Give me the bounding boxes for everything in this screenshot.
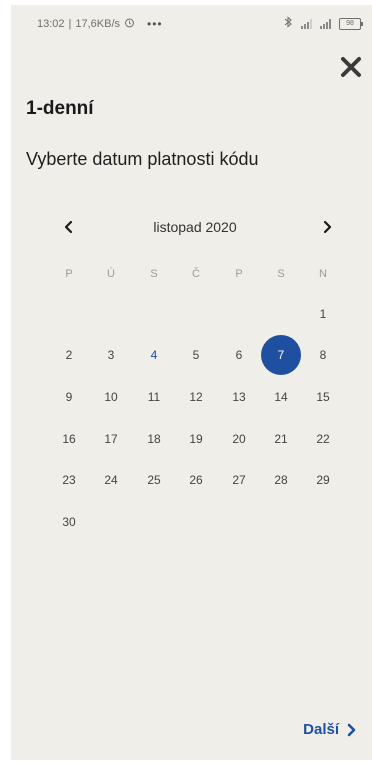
calendar-day[interactable]: 14 — [261, 382, 301, 412]
calendar-day[interactable]: 9 — [49, 382, 89, 412]
calendar-day[interactable]: 10 — [91, 382, 131, 412]
calendar-day[interactable]: 3 — [91, 340, 131, 370]
calendar-day[interactable]: 26 — [176, 465, 216, 495]
calendar-day[interactable]: 28 — [261, 465, 301, 495]
signal-icon — [301, 18, 312, 29]
calendar-day[interactable]: 15 — [303, 382, 343, 412]
weekday-label: N — [319, 268, 327, 280]
weekday-label: P — [65, 268, 73, 280]
calendar-day[interactable]: 29 — [303, 465, 343, 495]
screen: 13:02 | 17,6KB/s ••• 98 1-denní Vyberte … — [11, 5, 372, 760]
calendar-day[interactable]: 18 — [134, 424, 174, 454]
month-label: listopad 2020 — [153, 219, 237, 235]
calendar-day[interactable]: 16 — [49, 424, 89, 454]
weekday-label: Ú — [107, 268, 115, 280]
calendar-day[interactable]: 1 — [303, 299, 343, 329]
status-speed: 17,6KB/s — [75, 18, 121, 30]
status-divider: | — [68, 18, 72, 30]
close-button[interactable] — [337, 53, 365, 81]
signal-4g-icon — [320, 18, 331, 29]
calendar-day[interactable]: 20 — [219, 424, 259, 454]
next-month-button[interactable] — [315, 215, 339, 239]
next-button-label: Další — [303, 721, 339, 738]
calendar-day[interactable]: 23 — [49, 465, 89, 495]
status-right: 98 — [284, 16, 363, 31]
calendar-day[interactable]: 6 — [219, 340, 259, 370]
calendar-header: listopad 2020 — [51, 215, 339, 239]
weekday-label: Č — [192, 268, 200, 280]
status-time: 13:02 — [37, 18, 65, 30]
page-title: 1-denní — [26, 98, 94, 119]
calendar-day[interactable]: 19 — [176, 424, 216, 454]
page-subtitle: Vyberte datum platnosti kódu — [26, 149, 259, 169]
calendar-day[interactable]: 8 — [303, 340, 343, 370]
calendar-day-selected[interactable]: 7 — [261, 335, 301, 375]
calendar-day[interactable]: 11 — [134, 382, 174, 412]
calendar-day[interactable]: 25 — [134, 465, 174, 495]
more-notifications-icon: ••• — [147, 17, 163, 31]
calendar-day[interactable]: 5 — [176, 340, 216, 370]
calendar-day[interactable]: 24 — [91, 465, 131, 495]
calendar-day[interactable]: 2 — [49, 340, 89, 370]
battery-icon: 98 — [339, 17, 363, 30]
alarm-icon — [124, 17, 135, 31]
calendar-day[interactable]: 13 — [219, 382, 259, 412]
chevron-right-icon — [323, 220, 332, 234]
weekday-label: S — [150, 268, 158, 280]
next-button[interactable]: Další — [303, 721, 359, 738]
calendar-day[interactable]: 30 — [49, 507, 89, 537]
calendar-day[interactable]: 17 — [91, 424, 131, 454]
calendar-day-today[interactable]: 4 — [134, 340, 174, 370]
close-icon — [341, 57, 361, 77]
calendar-day[interactable]: 12 — [176, 382, 216, 412]
status-bar: 13:02 | 17,6KB/s ••• 98 — [11, 5, 372, 43]
calendar-day[interactable]: 21 — [261, 424, 301, 454]
weekday-label: S — [277, 268, 285, 280]
calendar-day[interactable]: 27 — [219, 465, 259, 495]
calendar-day[interactable]: 22 — [303, 424, 343, 454]
weekday-label: P — [235, 268, 243, 280]
chevron-right-icon — [347, 723, 356, 736]
bluetooth-icon — [284, 16, 293, 31]
status-left: 13:02 | 17,6KB/s ••• — [37, 17, 163, 31]
